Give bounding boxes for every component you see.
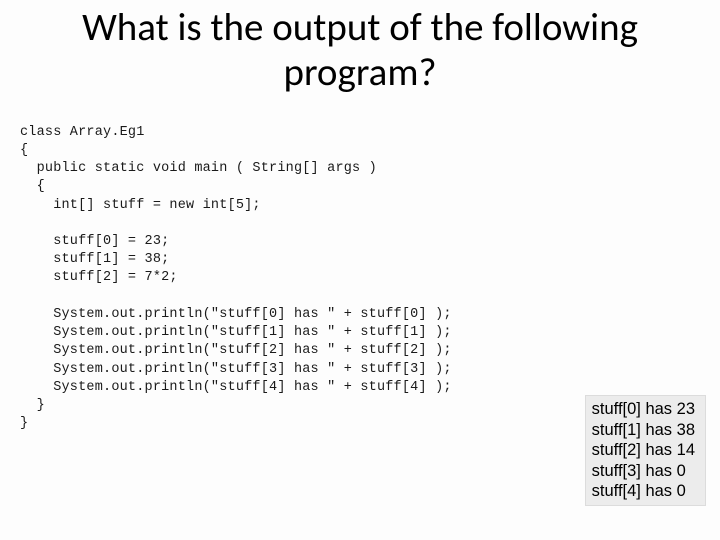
code-listing: class Array.Eg1 { public static void mai… [0, 96, 720, 434]
program-output-box: stuff[0] has 23 stuff[1] has 38 stuff[2]… [585, 395, 706, 506]
slide-title: What is the output of the following prog… [0, 0, 720, 96]
